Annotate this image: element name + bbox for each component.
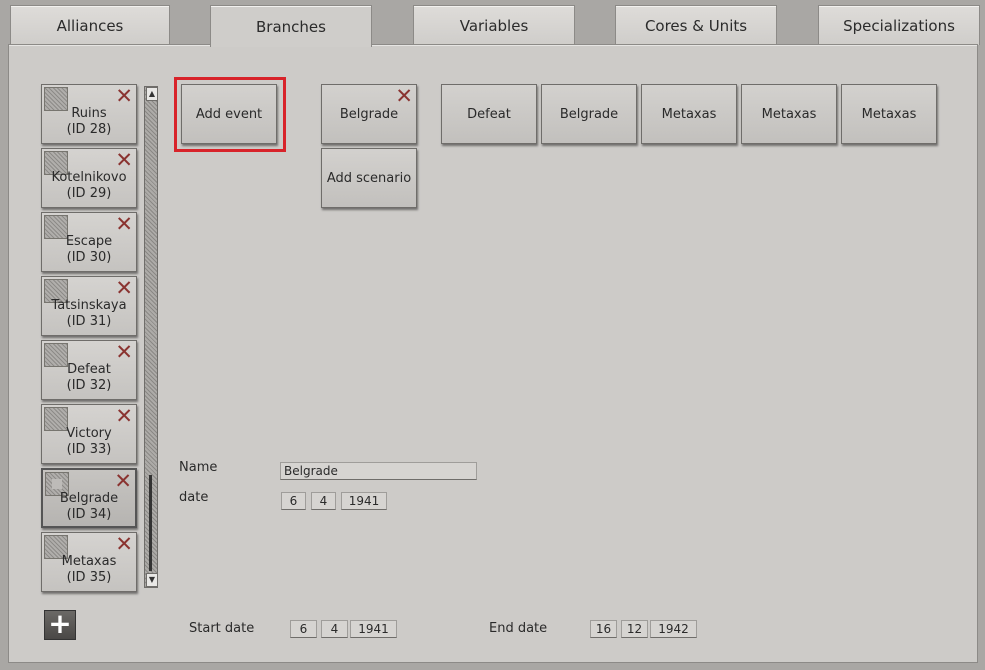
event-item-label: Kotelnikovo (ID 29) <box>42 170 136 202</box>
event-item-label: Metaxas (ID 35) <box>42 554 136 586</box>
event-item-label: Escape (ID 30) <box>42 234 136 266</box>
event-id: (ID 30) <box>66 250 112 265</box>
start-year-field[interactable]: 1941 <box>350 620 397 638</box>
event-id: (ID 35) <box>66 570 112 585</box>
branch-button-label: Defeat <box>467 106 511 122</box>
close-x-icon[interactable]: ✕ <box>114 470 132 492</box>
branch-button[interactable]: Metaxas <box>741 84 837 144</box>
event-name: Ruins <box>71 106 107 121</box>
add-scenario-label: Add scenario <box>326 170 412 186</box>
branch-button-label: Belgrade <box>559 106 619 122</box>
event-list-item[interactable]: ✕ Escape (ID 30) <box>41 212 137 272</box>
end-year-field[interactable]: 1942 <box>650 620 697 638</box>
close-x-icon[interactable]: ✕ <box>115 405 133 427</box>
tab-alliances[interactable]: Alliances <box>10 5 170 45</box>
event-list-item[interactable]: ✕ Metaxas (ID 35) <box>41 532 137 592</box>
arrow-up-icon[interactable]: ▲ <box>146 87 158 101</box>
add-event-plus-button[interactable]: + <box>44 610 76 640</box>
branch-button-label: Metaxas <box>861 106 917 122</box>
add-scenario-button[interactable]: Add scenario <box>321 148 417 208</box>
close-x-icon[interactable]: ✕ <box>115 85 133 107</box>
event-list-item[interactable]: ✕ Victory (ID 33) <box>41 404 137 464</box>
event-id: (ID 31) <box>66 314 112 329</box>
current-event-button[interactable]: Belgrade ✕ <box>321 84 417 144</box>
branch-button-label: Metaxas <box>761 106 817 122</box>
event-id: (ID 29) <box>66 186 112 201</box>
close-x-icon[interactable]: ✕ <box>115 149 133 171</box>
close-x-icon[interactable]: ✕ <box>115 341 133 363</box>
event-name: Defeat <box>67 362 111 377</box>
event-id: (ID 28) <box>66 122 112 137</box>
name-field[interactable]: Belgrade <box>280 462 477 480</box>
tab-cores-units[interactable]: Cores & Units <box>615 5 777 45</box>
event-id: (ID 34) <box>66 507 112 522</box>
date-label: date <box>179 490 209 505</box>
event-item-label: Tatsinskaya (ID 31) <box>42 298 136 330</box>
event-item-label: Ruins (ID 28) <box>42 106 136 138</box>
arrow-down-icon[interactable]: ▼ <box>146 573 158 587</box>
end-date-label: End date <box>489 621 548 636</box>
event-item-label: Victory (ID 33) <box>42 426 136 458</box>
event-list-item[interactable]: ✕ Belgrade (ID 34) <box>41 468 137 528</box>
plus-icon: + <box>48 607 72 640</box>
start-day-field[interactable]: 6 <box>290 620 317 638</box>
close-x-icon[interactable]: ✕ <box>115 213 133 235</box>
branch-button[interactable]: Belgrade <box>541 84 637 144</box>
end-day-field[interactable]: 16 <box>590 620 617 638</box>
tab-specializations[interactable]: Specializations <box>818 5 980 45</box>
tab-branches[interactable]: Branches <box>210 5 372 47</box>
date-day-field[interactable]: 6 <box>281 492 306 510</box>
event-list-item[interactable]: ✕ Kotelnikovo (ID 29) <box>41 148 137 208</box>
event-name: Metaxas <box>61 554 117 569</box>
branch-button-label: Metaxas <box>661 106 717 122</box>
tab-variables[interactable]: Variables <box>413 5 575 45</box>
close-x-icon[interactable]: ✕ <box>115 277 133 299</box>
thumbnail-selection-icon <box>52 479 62 489</box>
event-name: Escape <box>65 234 113 249</box>
start-month-field[interactable]: 4 <box>321 620 348 638</box>
scroll-thumb[interactable] <box>149 475 152 571</box>
event-list-scrollbar[interactable]: ▲ ▼ <box>144 86 158 588</box>
date-month-field[interactable]: 4 <box>311 492 336 510</box>
event-name: Belgrade <box>59 491 119 506</box>
event-id: (ID 33) <box>66 442 112 457</box>
close-x-icon[interactable]: ✕ <box>395 85 413 107</box>
end-month-field[interactable]: 12 <box>621 620 648 638</box>
event-name: Tatsinskaya <box>51 298 127 313</box>
event-name: Kotelnikovo <box>51 170 127 185</box>
highlight-box <box>174 77 286 152</box>
close-x-icon[interactable]: ✕ <box>115 533 133 555</box>
branch-button[interactable]: Metaxas <box>641 84 737 144</box>
event-list-item[interactable]: ✕ Ruins (ID 28) <box>41 84 137 144</box>
branch-button[interactable]: Defeat <box>441 84 537 144</box>
event-id: (ID 32) <box>66 378 112 393</box>
event-list-item[interactable]: ✕ Defeat (ID 32) <box>41 340 137 400</box>
name-label: Name <box>179 460 218 475</box>
branch-button[interactable]: Metaxas <box>841 84 937 144</box>
event-list-item[interactable]: ✕ Tatsinskaya (ID 31) <box>41 276 137 336</box>
event-name: Victory <box>66 426 112 441</box>
start-date-label: Start date <box>189 621 255 636</box>
event-item-label: Belgrade (ID 34) <box>43 491 135 523</box>
event-item-label: Defeat (ID 32) <box>42 362 136 394</box>
date-year-field[interactable]: 1941 <box>341 492 387 510</box>
current-event-label: Belgrade <box>339 106 399 122</box>
